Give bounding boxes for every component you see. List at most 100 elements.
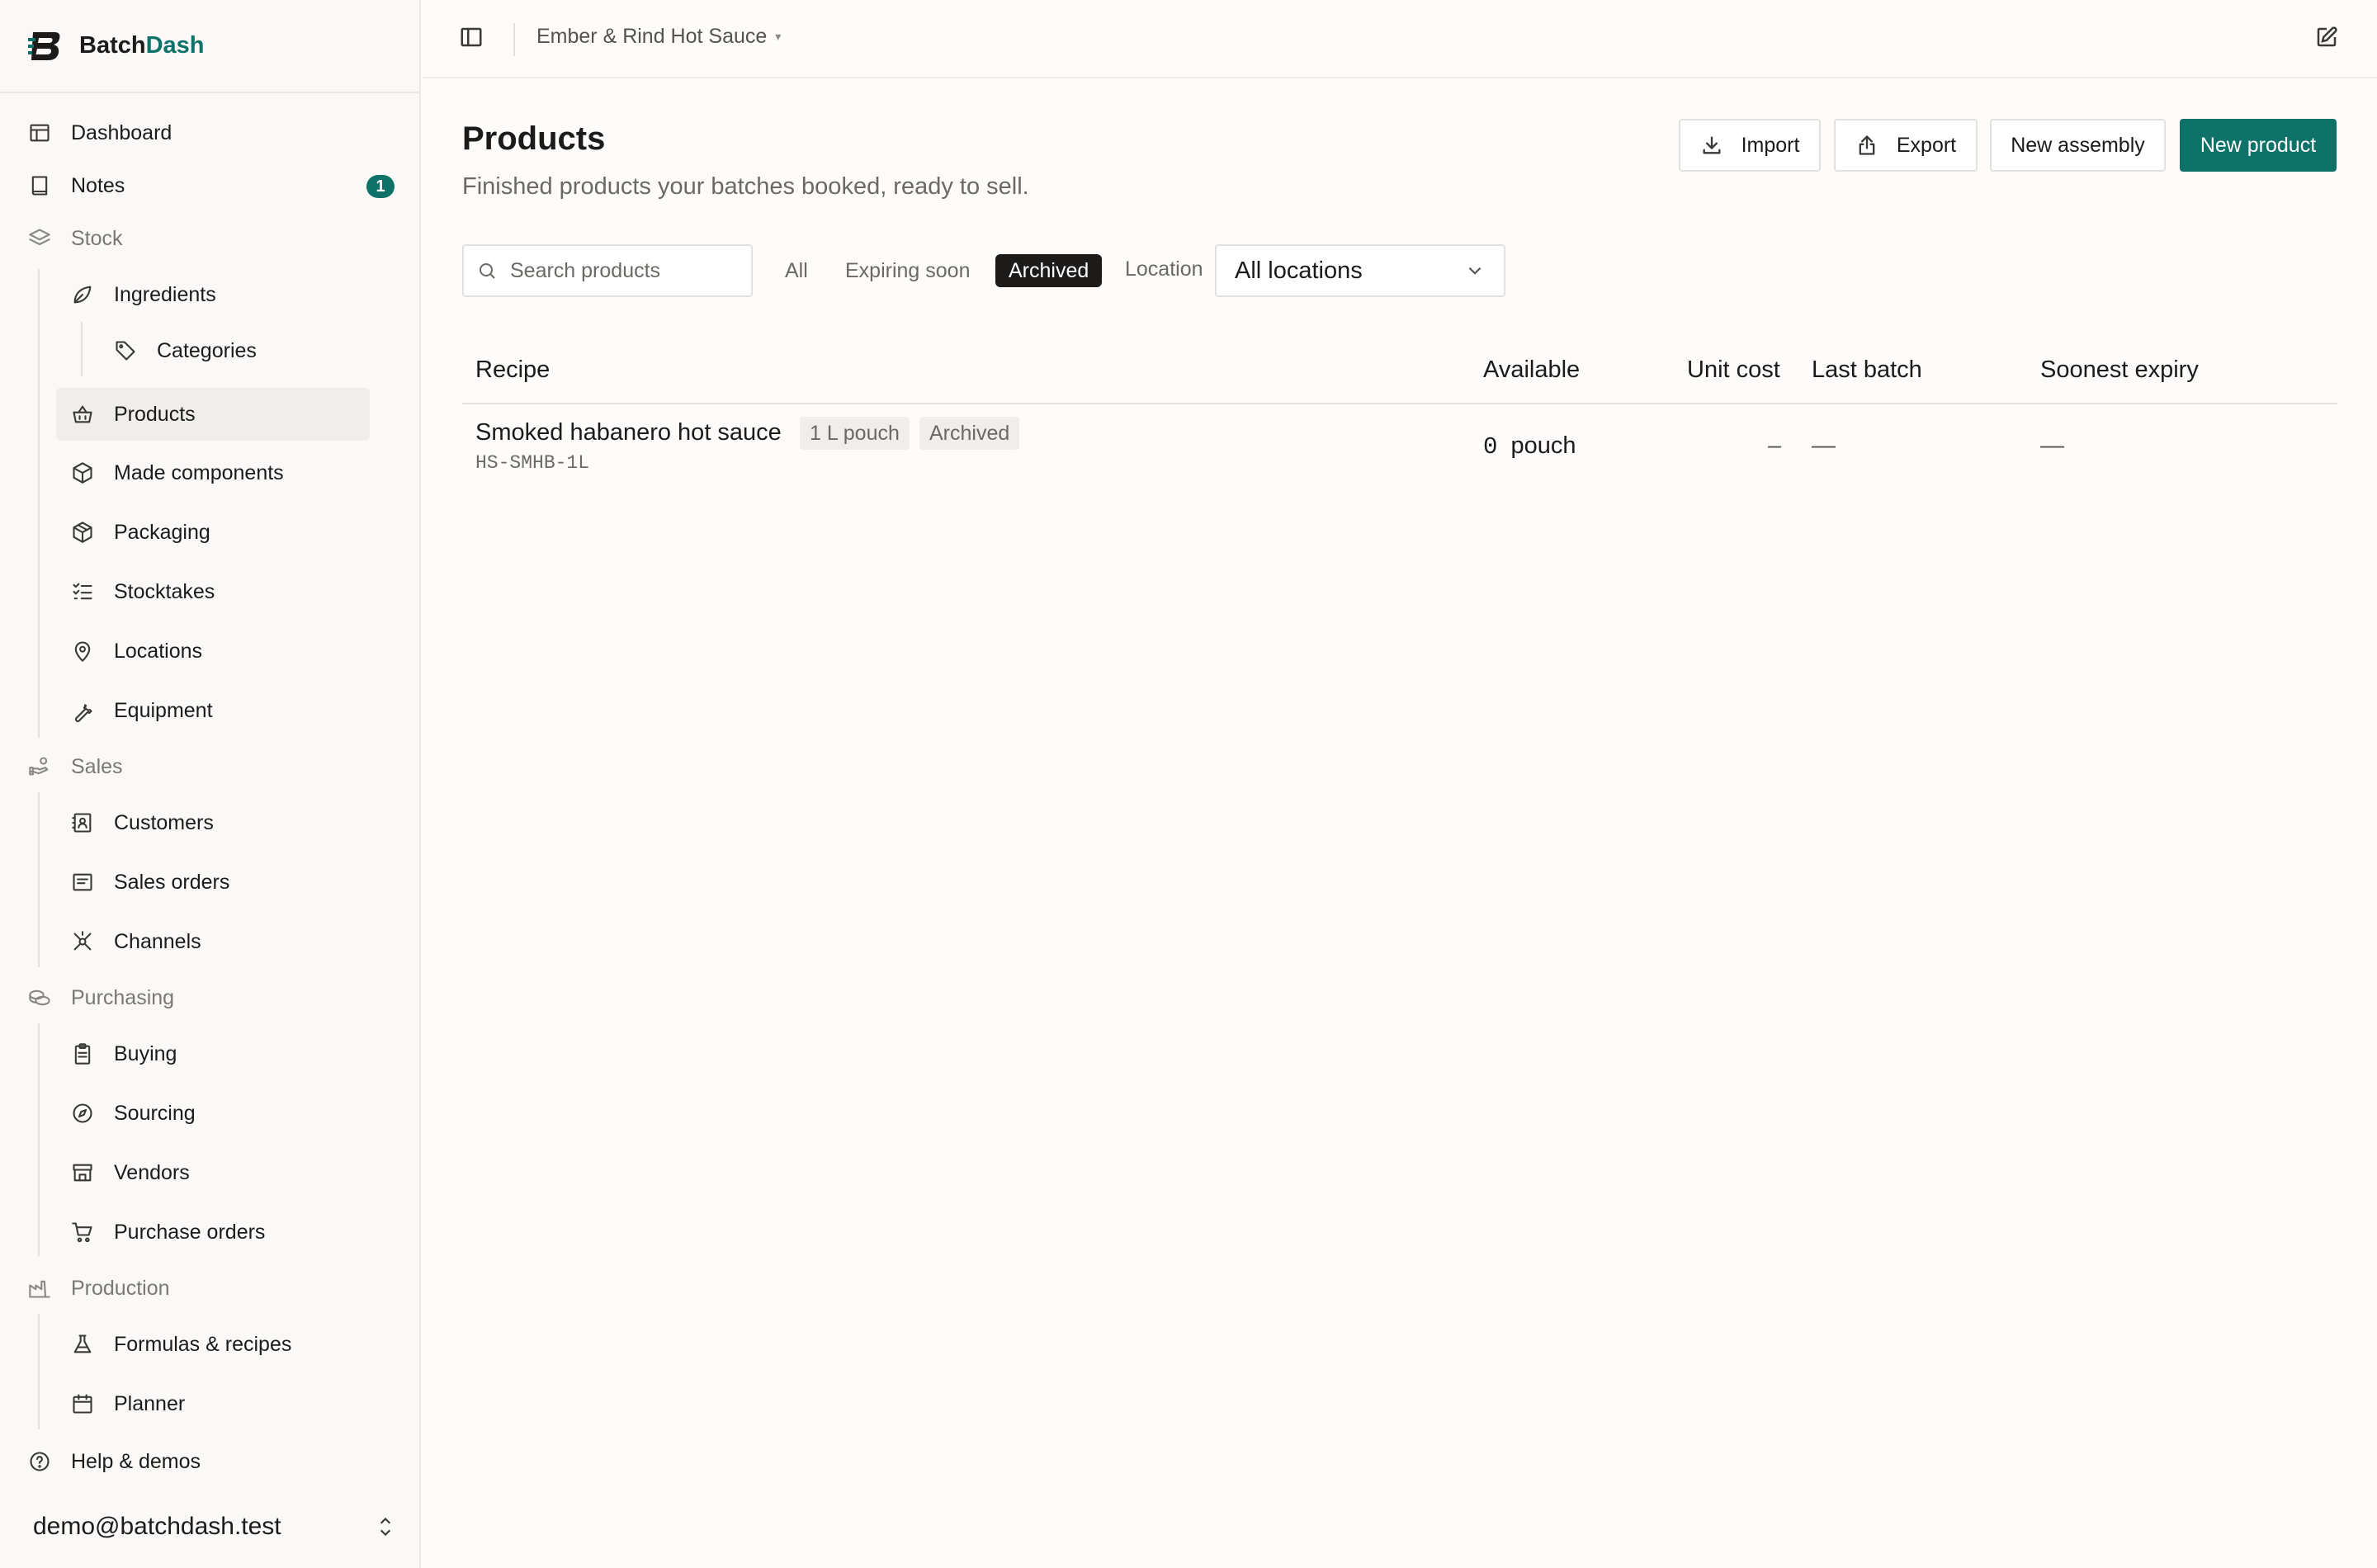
sidebar-item-label: Ingredients <box>114 282 216 306</box>
tree-line-purchasing <box>38 1023 40 1256</box>
account-switcher[interactable]: demo@batchdash.test <box>33 1507 396 1547</box>
sidebar-item-sourcing[interactable]: Sourcing <box>71 1087 368 1140</box>
sidebar-item-ingredients[interactable]: Ingredients <box>71 268 368 321</box>
tree-line-sales <box>38 792 40 967</box>
user-email: demo@batchdash.test <box>33 1513 281 1540</box>
caret-down-icon: ▾ <box>775 30 782 43</box>
calendar-icon <box>73 1394 92 1414</box>
tag-icon <box>116 341 135 361</box>
sidebar-item-label: Products <box>114 402 196 426</box>
contact-icon <box>72 813 92 833</box>
layers-icon <box>29 229 50 246</box>
layout-icon <box>30 124 50 142</box>
app-name: BatchDash <box>79 32 205 59</box>
product-sku: HS-SMHB-1L <box>475 452 590 474</box>
box-icon <box>73 462 92 484</box>
search-field[interactable] <box>462 244 753 297</box>
column-header-available[interactable]: Available <box>1483 357 1580 384</box>
sidebar-item-label: Customers <box>114 810 214 834</box>
leaf-icon <box>73 286 92 304</box>
sidebar-item-planner[interactable]: Planner <box>71 1377 368 1430</box>
sidebar-item-products[interactable]: Products <box>56 388 370 441</box>
receipt-icon <box>73 873 92 891</box>
workspace-switcher[interactable]: Ember & Rind Hot Sauce ▾ <box>536 25 781 49</box>
sidebar-item-label: Purchase orders <box>114 1220 266 1244</box>
location-select-value: All locations <box>1235 257 1363 284</box>
search-input[interactable] <box>510 258 741 283</box>
search-icon <box>480 263 495 279</box>
sidebar-item-categories[interactable]: Categories <box>114 324 378 377</box>
chevrons-up-down-icon <box>380 1517 391 1537</box>
topbar-divider <box>513 23 515 56</box>
sidebar-item-help-demos[interactable]: Help & demos <box>28 1435 391 1488</box>
size-chip: 1 L pouch <box>800 417 910 450</box>
sidebar-item-label: Made components <box>114 460 284 484</box>
filter-tab-all[interactable]: All <box>785 254 808 287</box>
sidebar-item-notes[interactable]: Notes <box>28 159 391 212</box>
sidebar-item-dashboard[interactable]: Dashboard <box>28 106 391 159</box>
sidebar-item-locations[interactable]: Locations <box>71 625 368 678</box>
notes-count-badge: 1 <box>366 175 395 198</box>
download-icon <box>1703 136 1721 154</box>
panel-left-icon <box>461 27 482 47</box>
sidebar-item-label: Planner <box>114 1391 186 1415</box>
sidebar-item-label: Channels <box>114 929 201 953</box>
available-qty: 0 <box>1483 433 1498 460</box>
sidebar-item-equipment[interactable]: Equipment <box>71 684 368 737</box>
sidebar-item-made-components[interactable]: Made components <box>71 446 368 499</box>
tree-line-production <box>38 1314 40 1429</box>
help-circle-icon <box>30 1452 50 1471</box>
table-header-divider <box>462 403 2337 404</box>
sidebar-toggle-button[interactable] <box>459 25 485 51</box>
import-button[interactable]: Import <box>1679 119 1821 172</box>
package-icon <box>73 522 92 543</box>
sidebar-item-label: Notes <box>71 173 125 197</box>
sidebar-item-label: Help & demos <box>71 1449 201 1473</box>
column-header-unit-cost[interactable]: Unit cost <box>1687 357 1780 384</box>
workspace-name: Ember & Rind Hot Sauce <box>536 25 768 48</box>
sidebar-item-stocktakes[interactable]: Stocktakes <box>71 565 368 618</box>
tree-line-stock <box>38 269 40 738</box>
sidebar-item-label: Vendors <box>114 1160 190 1184</box>
clipboard-icon <box>74 1043 91 1065</box>
new-assembly-label: New assembly <box>2011 133 2145 157</box>
sidebar-item-channels[interactable]: Channels <box>71 915 368 968</box>
coins-icon <box>29 989 50 1006</box>
cart-icon <box>72 1222 92 1243</box>
flask-icon <box>73 1334 92 1353</box>
sidebar-item-label: Purchasing <box>71 985 175 1009</box>
new-assembly-button[interactable]: New assembly <box>1990 119 2166 172</box>
sidebar-item-label: Packaging <box>114 520 210 544</box>
brand[interactable]: BatchDash <box>0 0 421 93</box>
sidebar-item-packaging[interactable]: Packaging <box>71 506 368 559</box>
sidebar-item-sales-orders[interactable]: Sales orders <box>71 856 368 909</box>
column-header-soonest-expiry[interactable]: Soonest expiry <box>2040 357 2199 384</box>
checklist-icon <box>73 583 92 600</box>
export-button[interactable]: Export <box>1834 119 1978 172</box>
last-batch-cell: — <box>1812 432 1836 459</box>
sidebar-section-production[interactable]: Production <box>28 1262 391 1315</box>
location-select[interactable]: All locations <box>1215 244 1505 297</box>
new-product-button[interactable]: New product <box>2180 119 2337 172</box>
sidebar-item-label: Sales orders <box>114 870 230 894</box>
sidebar-item-label: Locations <box>114 639 203 663</box>
compose-button[interactable] <box>2314 25 2341 51</box>
sidebar-item-customers[interactable]: Customers <box>71 796 368 849</box>
sidebar-item-vendors[interactable]: Vendors <box>71 1146 368 1199</box>
sidebar-item-buying[interactable]: Buying <box>71 1027 368 1080</box>
product-name[interactable]: Smoked habanero hot sauce <box>475 419 782 446</box>
column-header-last-batch[interactable]: Last batch <box>1812 357 1922 384</box>
filter-tab-expiring-soon[interactable]: Expiring soon <box>845 254 970 287</box>
status-badge: Archived <box>919 417 1020 450</box>
soonest-expiry-cell: — <box>2040 432 2064 459</box>
sidebar-section-purchasing[interactable]: Purchasing <box>28 971 391 1024</box>
sidebar-section-stock[interactable]: Stock <box>28 212 391 265</box>
filter-tab-archived[interactable]: Archived <box>995 254 1103 287</box>
new-product-label: New product <box>2200 133 2317 157</box>
sidebar-item-label: Sales <box>71 754 123 778</box>
sidebar-item-purchase-orders[interactable]: Purchase orders <box>71 1206 368 1259</box>
sidebar-section-sales[interactable]: Sales <box>28 740 391 793</box>
sidebar-item-label: Equipment <box>114 698 213 722</box>
column-header-recipe[interactable]: Recipe <box>475 357 550 384</box>
sidebar-item-formulas-recipes[interactable]: Formulas & recipes <box>71 1318 368 1371</box>
